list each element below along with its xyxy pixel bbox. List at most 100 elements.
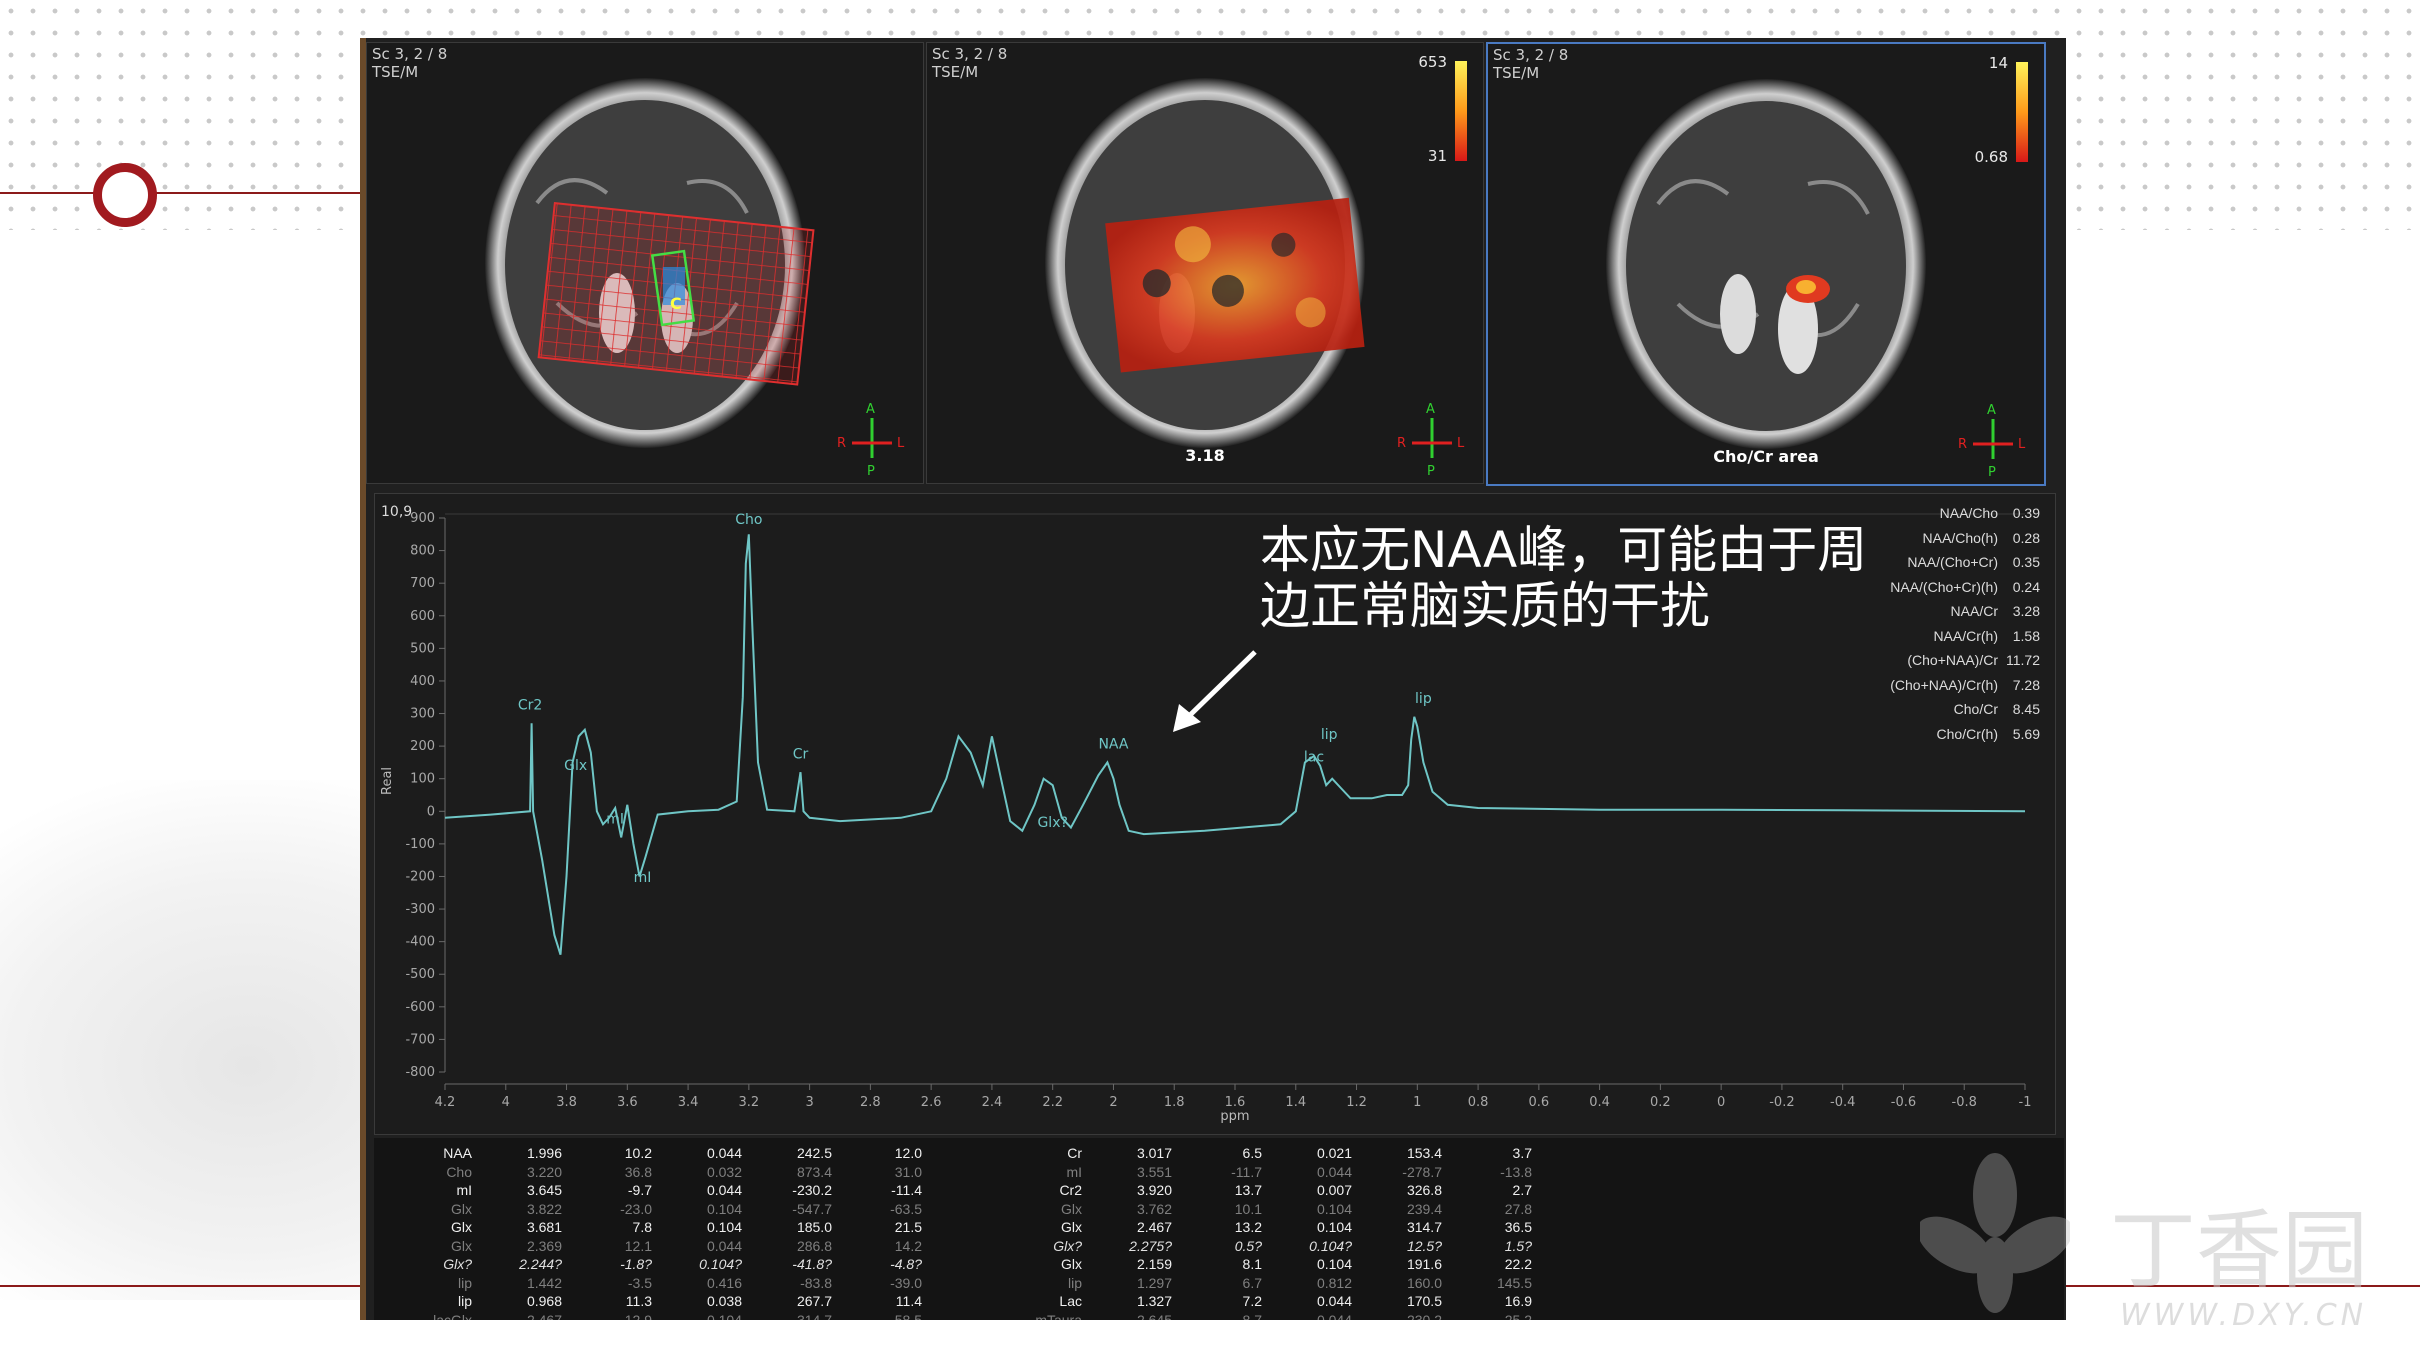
annotation-line-2: 边正常脑实质的干扰 [1260, 577, 1710, 635]
y-tick-label: 200 [410, 739, 435, 754]
table-row: Glx 2.467 13.2 0.104 314.7 36.5 [1014, 1218, 1540, 1237]
value-cell: 239.4 [1406, 1200, 1442, 1217]
watermark-text: 丁香园 [2110, 1201, 2368, 1301]
orientation-cross: A P R L [1397, 402, 1465, 479]
value-cell: 0.5? [1234, 1237, 1262, 1254]
value-cell: -11.7 [1231, 1163, 1262, 1180]
value-cell: 3.551 [1136, 1163, 1172, 1180]
value-cell: 12.0 [894, 1145, 922, 1162]
x-tick-label: 1.2 [1346, 1095, 1367, 1110]
value-cell: -3.5 [627, 1274, 652, 1291]
orient-p-label: P [867, 464, 875, 479]
x-tick-label: 3.4 [678, 1095, 699, 1110]
y-tick-label: 0 [427, 804, 435, 819]
table-row: Glx 2.159 8.1 0.104 191.6 22.2 [1014, 1255, 1540, 1274]
value-cell: 0.812 [1316, 1274, 1352, 1291]
table-row: Glx 3.822 -23.0 0.104 -547.7 -63.5 [404, 1200, 930, 1219]
quantitation-table-left: NAA 1.996 10.2 0.044 242.5 12.0 Cho 3.220 36.8 0.… [404, 1144, 930, 1320]
peak-label: Glx [564, 758, 587, 774]
annotation-line-1: 本应无NAA峰，可能由于周 [1260, 521, 1868, 579]
table-row: lip 1.297 6.7 0.812 160.0 145.5 [1014, 1274, 1540, 1293]
image-pane-metabolite-map[interactable]: Sc 3, 2 / 8 TSE/M 653 31 A P R L 3.18 [926, 42, 1484, 484]
ratio-value: 11.72 [2006, 652, 2040, 669]
value-cell: 1.442 [526, 1274, 562, 1291]
value-cell: -39.0 [890, 1274, 922, 1291]
x-tick-label: -0.4 [1830, 1095, 1855, 1110]
orientation-cross: A P R L [1958, 403, 2026, 480]
value-cell: 314.7 [1406, 1219, 1442, 1236]
x-tick-label: 1.8 [1164, 1095, 1185, 1110]
quantitation-table-panel: NAA 1.996 10.2 0.044 242.5 12.0 Cho 3.220 36.8 0.… [374, 1138, 2064, 1320]
value-cell: -13.8 [1500, 1163, 1532, 1180]
image-pane-voi-grid[interactable]: Sc 3, 2 / 8 TSE/M C A P R L [366, 42, 924, 484]
value-cell: 2.467 [1136, 1219, 1172, 1236]
peak-label: mI [634, 870, 652, 886]
pane-caption: Cho/Cr area [1713, 447, 1819, 466]
value-cell: 0.104 [1316, 1219, 1352, 1236]
y-tick-label: -600 [405, 1000, 435, 1015]
value-cell: 0.044 [706, 1237, 742, 1254]
peak-label: lip [1321, 727, 1338, 743]
table-row: mI 3.551 -11.7 0.044 -278.7 -13.8 [1014, 1163, 1540, 1182]
value-cell: 0.032 [706, 1163, 742, 1180]
y-tick-label: -100 [405, 837, 435, 852]
ratio-name: Cho/Cr(h) [1936, 725, 1998, 742]
value-cell: 3.645 [526, 1182, 562, 1199]
mri-axial-slice: A P R L [1045, 78, 1465, 479]
table-row: Glx 3.681 7.8 0.104 185.0 21.5 [404, 1218, 930, 1237]
value-cell: 58.5 [894, 1311, 922, 1320]
value-cell: 326.8 [1406, 1182, 1442, 1199]
table-row: Glx? 2.275? 0.5? 0.104? 12.5? 1.5? [1014, 1237, 1540, 1256]
value-cell: 2.645 [1136, 1311, 1172, 1320]
mrs-viewer-window: Sc 3, 2 / 8 TSE/M C A P R L Sc 3, 2 / 8 … [360, 38, 2066, 1320]
value-cell: 7.2 [1242, 1293, 1262, 1310]
value-cell: 11.4 [895, 1293, 922, 1310]
y-tick-label: -800 [405, 1065, 435, 1080]
metabolite-name-cell: lip [1067, 1274, 1082, 1291]
y-tick-label: 600 [410, 609, 435, 624]
value-cell: 314.7 [796, 1311, 832, 1320]
table-row: NAA 1.996 10.2 0.044 242.5 12.0 [404, 1144, 930, 1163]
x-tick-label: 4 [502, 1095, 510, 1110]
y-tick-label: 500 [410, 641, 435, 656]
orient-p-label: P [1988, 465, 1996, 480]
x-tick-label: -0.2 [1769, 1095, 1794, 1110]
value-cell: 21.5 [894, 1219, 922, 1236]
mri-axial-slice: A P R L [1606, 79, 2026, 480]
value-cell: 2.467 [526, 1311, 562, 1320]
table-row: lip 0.968 11.3 0.038 267.7 11.4 [404, 1292, 930, 1311]
table-row: mI 3.645 -9.7 0.044 -230.2 -11.4 [404, 1181, 930, 1200]
value-cell: 170.5 [1406, 1293, 1442, 1310]
ratio-name: Cho/Cr [1953, 701, 1998, 718]
table-row: mTaura 2.645 8.7 0.044 230.2 25.2 [1014, 1311, 1540, 1320]
value-cell: 8.7 [1242, 1311, 1262, 1320]
x-tick-label: 2 [1109, 1095, 1117, 1110]
peak-label: lip [1415, 691, 1432, 707]
x-tick-label: 3.8 [556, 1095, 577, 1110]
peak-label: Glx? [1037, 815, 1067, 831]
x-tick-label: -1 [2019, 1095, 2032, 1110]
y-tick-label: 800 [410, 544, 435, 559]
value-cell: -83.8 [800, 1274, 832, 1291]
value-cell: 145.5 [1496, 1274, 1532, 1291]
value-cell: -547.7 [792, 1200, 832, 1217]
image-pane-cho-cr-map[interactable]: Sc 3, 2 / 8 TSE/M 14 0.68 A P R L Cho/Cr… [1486, 42, 2046, 486]
slide-annotation: 本应无NAA峰，可能由于周 边正常脑实质的干扰 [1260, 522, 2020, 634]
peak-label: NAA [1098, 737, 1128, 753]
value-cell: 11.3 [625, 1293, 652, 1310]
x-tick-label: -0.6 [1891, 1095, 1916, 1110]
orient-p-label: P [1427, 464, 1435, 479]
y-tick-label: -200 [405, 869, 435, 884]
footer-rule-left [0, 1285, 360, 1287]
metabolite-name-cell: Glx [1061, 1256, 1082, 1273]
x-tick-label: 0.2 [1650, 1095, 1671, 1110]
metabolite-name-cell: Glx? [443, 1256, 472, 1273]
value-cell: 3.220 [526, 1163, 562, 1180]
value-cell: 0.104 [706, 1219, 742, 1236]
value-cell: -1.8? [620, 1256, 652, 1273]
value-cell: 0.104 [706, 1200, 742, 1217]
y-axis-label: Real [380, 767, 395, 795]
metabolite-name-cell: NAA [443, 1145, 472, 1162]
metabolite-name-cell: Cr2 [1059, 1182, 1082, 1199]
value-cell: 12.9 [624, 1311, 652, 1320]
